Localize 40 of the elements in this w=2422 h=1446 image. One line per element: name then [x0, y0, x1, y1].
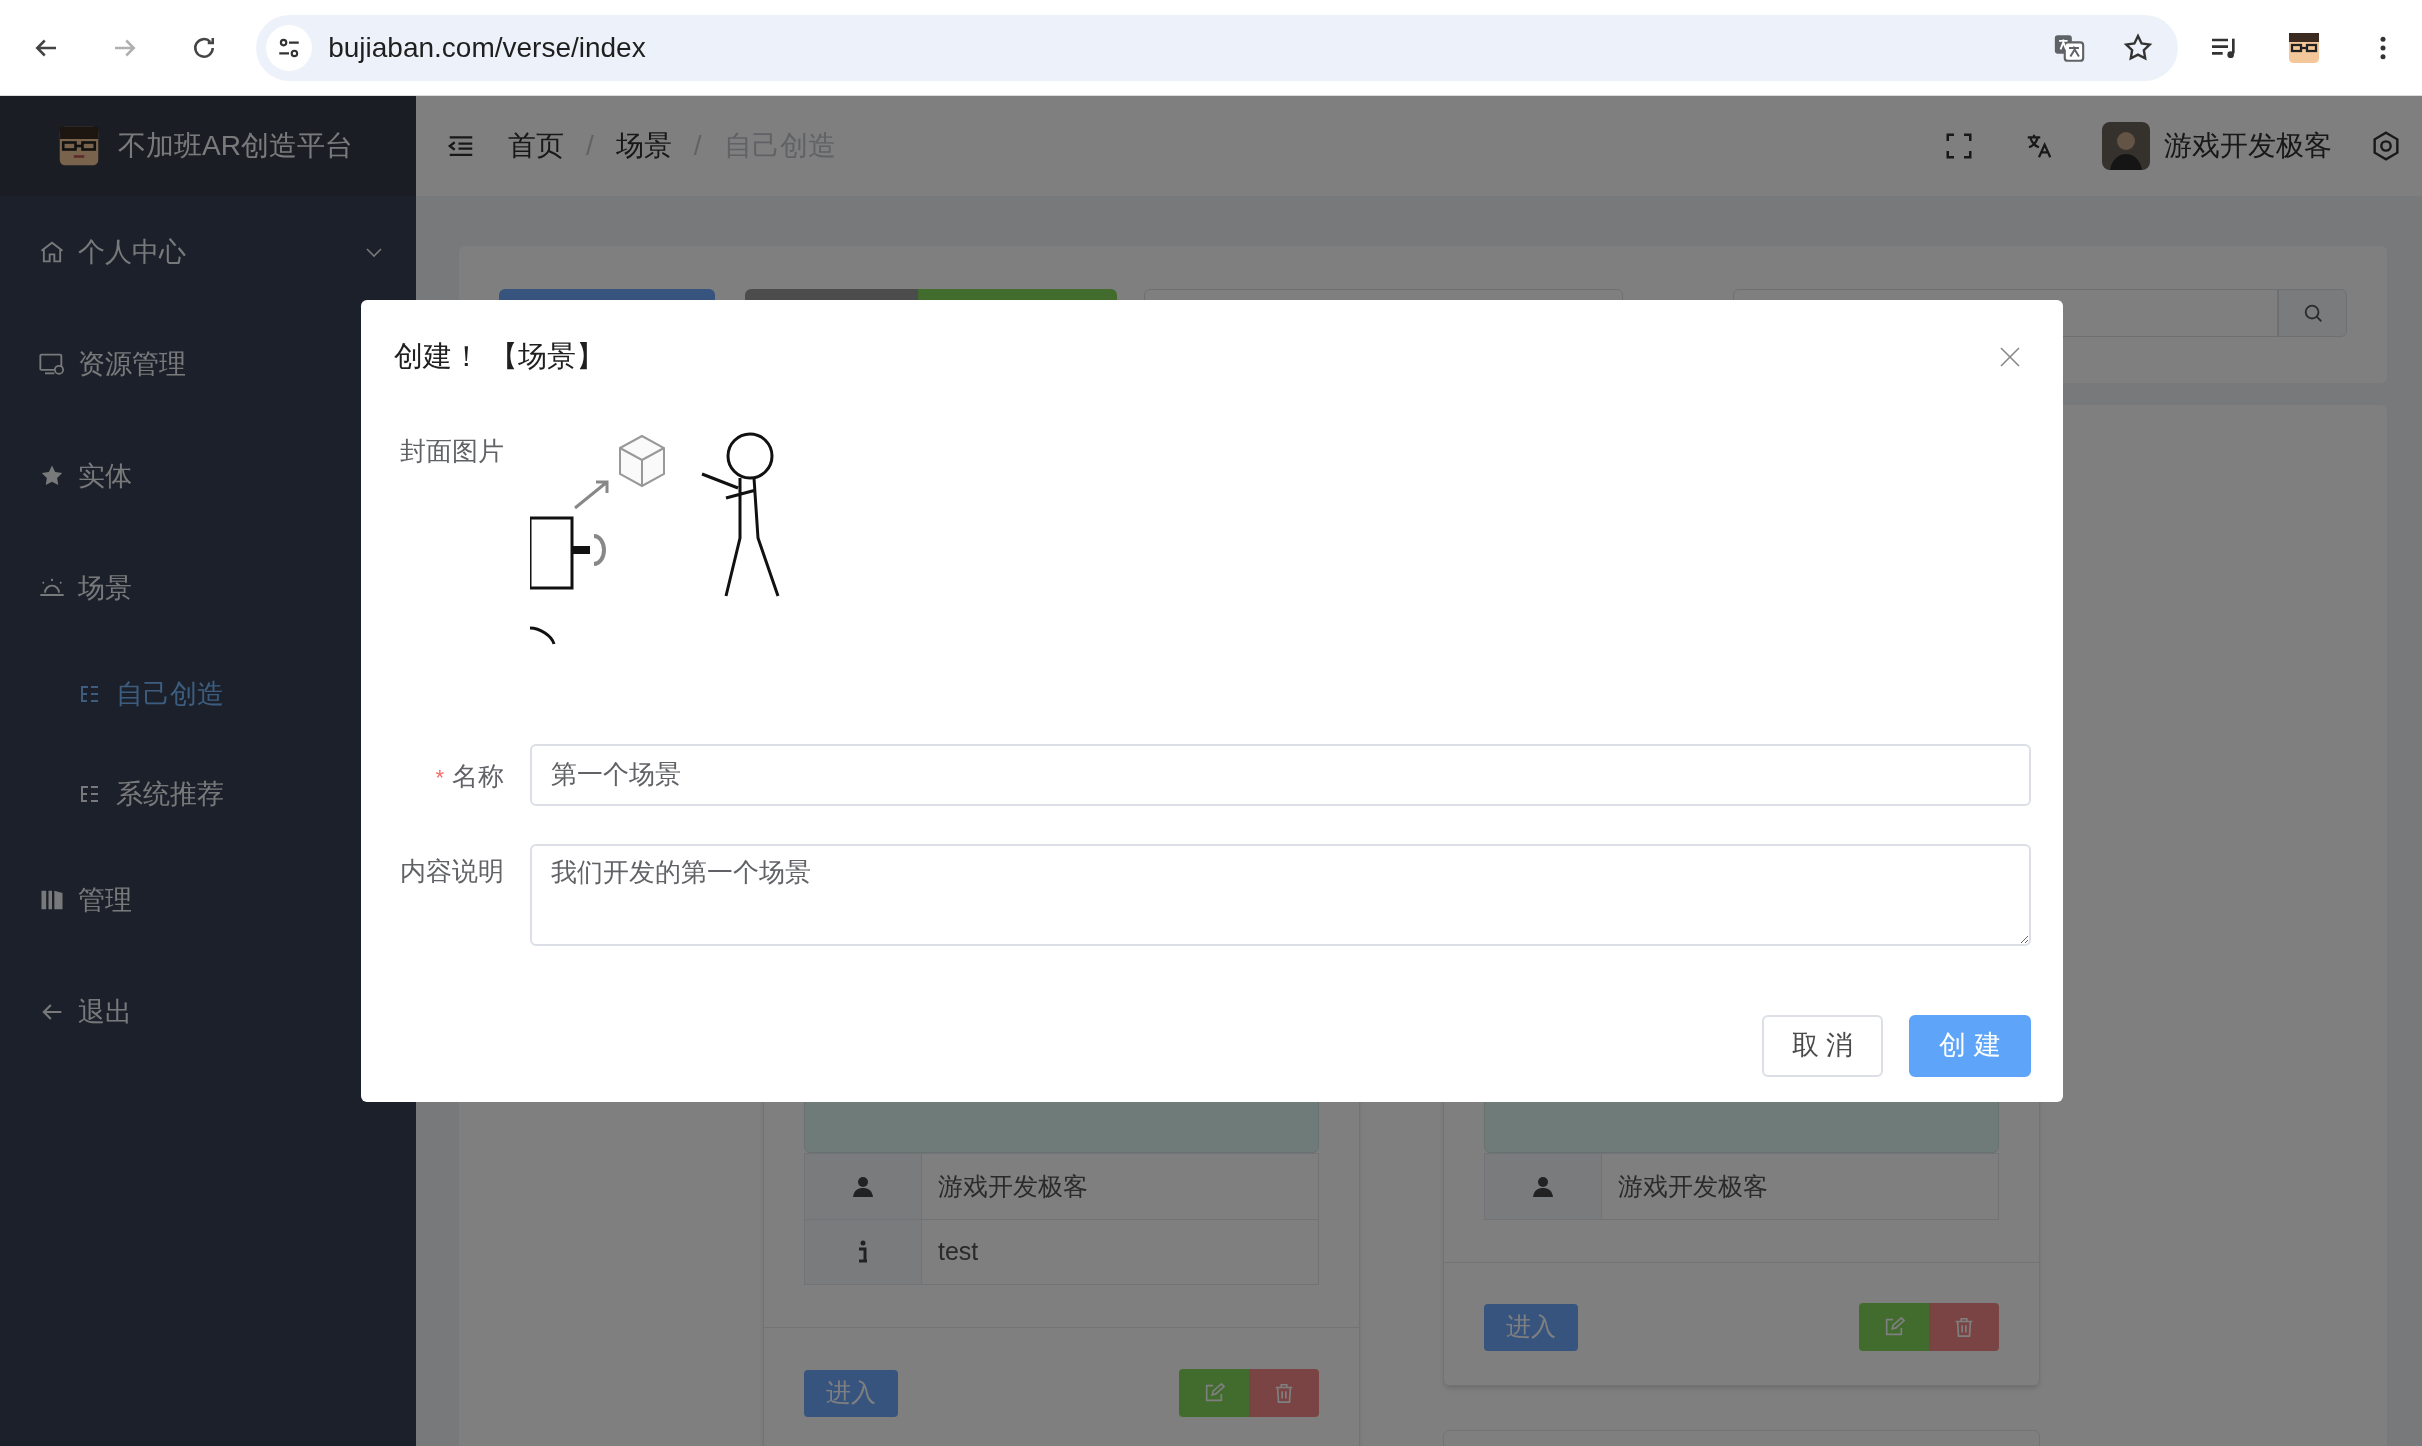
search-button[interactable]: [2278, 289, 2347, 337]
menu-item[interactable]: 个人中心: [0, 196, 416, 308]
cancel-button[interactable]: 取 消: [1761, 1014, 1884, 1077]
close-icon: [1998, 344, 2022, 369]
user-avatar[interactable]: [2102, 122, 2150, 170]
fullscreen-icon[interactable]: [1944, 131, 1974, 161]
enter-button[interactable]: 进入: [804, 1369, 898, 1417]
input-field[interactable]: 第一个场景: [530, 743, 2031, 806]
table-cell-text: test: [937, 1236, 980, 1268]
enter-button[interactable]: 进入: [1484, 1303, 1578, 1351]
app-title: 不加班AR创造平台: [118, 129, 353, 163]
settings-icon[interactable]: [2370, 130, 2402, 162]
required-mark: *: [435, 764, 444, 790]
submenu-item[interactable]: 系统推荐: [0, 744, 416, 844]
user-icon: [851, 1174, 875, 1199]
table-cell-text: 游戏开发极客: [1617, 1170, 1769, 1202]
user-icon: [1531, 1174, 1555, 1199]
submenu-item[interactable]: 自己创造: [0, 644, 416, 744]
url-text: bujiaban.com/verse/index: [328, 30, 646, 65]
breadcrumb-separator: /: [586, 129, 594, 163]
create-button[interactable]: 创 建: [1909, 1014, 2031, 1077]
table-cell-text: 游戏开发极客: [937, 1170, 1089, 1202]
trash-icon: [1953, 1316, 1975, 1338]
logo-icon: [58, 125, 100, 167]
edit-icon: [1203, 1382, 1225, 1404]
breadcrumb-link[interactable]: 场景: [615, 125, 672, 167]
info-icon: [856, 1240, 870, 1264]
menu-item[interactable]: 退出: [0, 956, 416, 1068]
trash-icon: [1273, 1382, 1295, 1404]
address-bar[interactable]: bujiaban.com/verse/index: [256, 14, 2178, 81]
textarea-field[interactable]: 我们开发的第一个场景: [530, 843, 2031, 946]
field-label: 名称: [452, 760, 504, 791]
field-label: 内容说明: [400, 855, 504, 886]
dialog-title: 创建！ 【场景】: [394, 339, 606, 374]
edit-icon: [1883, 1316, 1905, 1338]
field-label: 封面图片: [399, 434, 504, 468]
breadcrumb-link[interactable]: 首页: [508, 125, 564, 167]
menu-item[interactable]: 场景: [0, 532, 416, 644]
breadcrumb-separator: /: [693, 129, 702, 163]
user-name[interactable]: 游戏开发极客: [2164, 125, 2332, 167]
